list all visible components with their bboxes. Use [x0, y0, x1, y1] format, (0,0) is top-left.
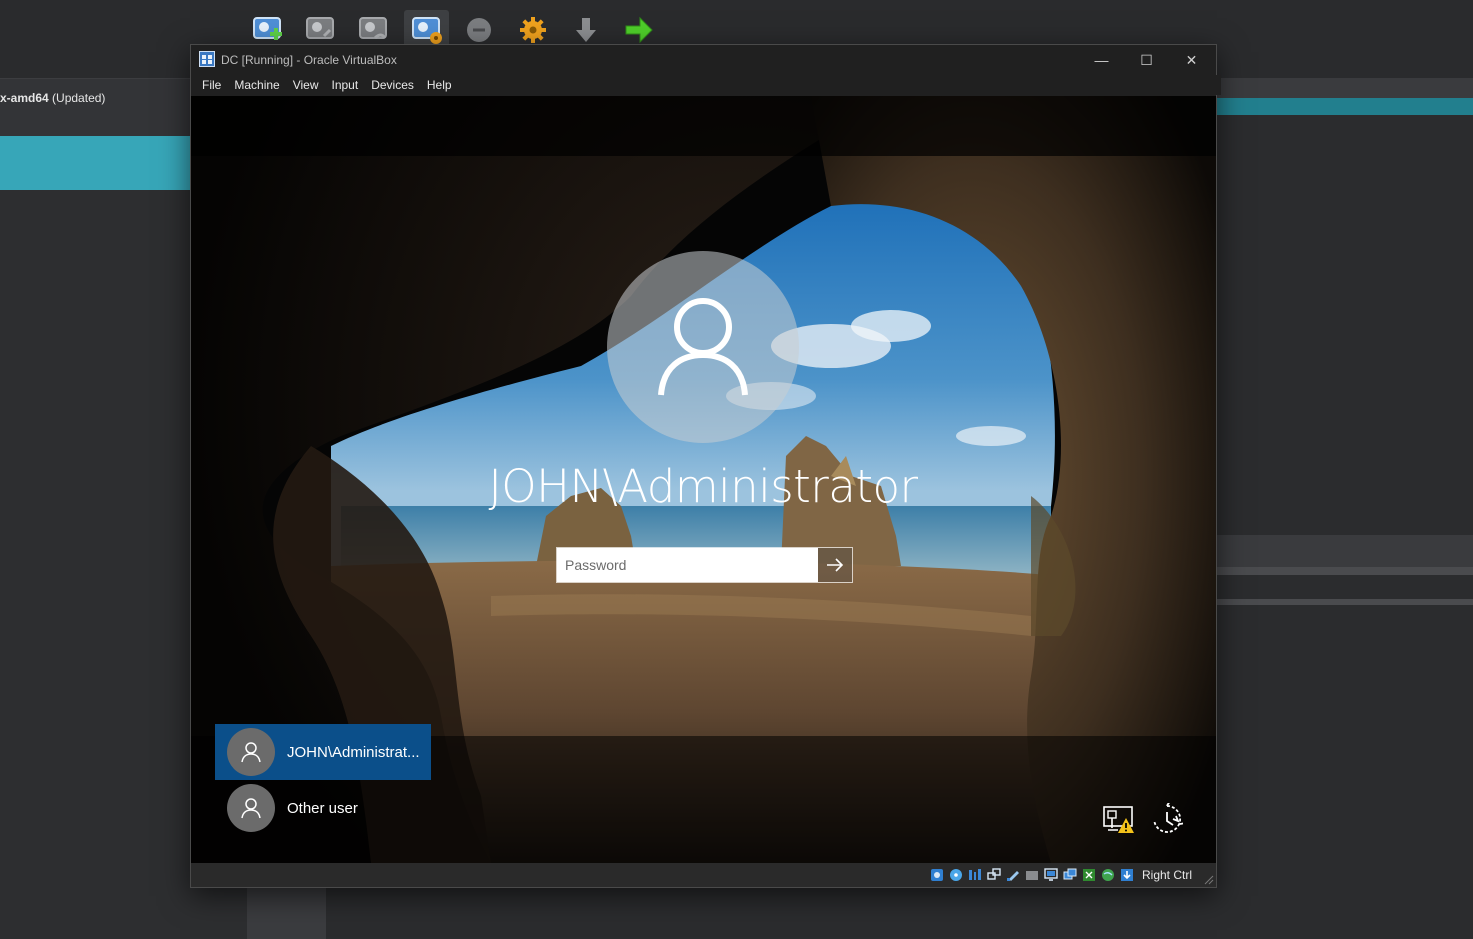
- vm-row-name: x-amd64: [0, 91, 49, 105]
- user-icon: [241, 798, 261, 819]
- avatar: [227, 784, 275, 832]
- vm-window: DC [Running] - Oracle VirtualBox — ☐ ✕ F…: [190, 44, 1221, 888]
- details-header: [1215, 78, 1473, 98]
- shared-folder-icon: [1025, 871, 1038, 880]
- user-tile-name: JOHN\Administrat...: [287, 743, 420, 761]
- vm-titlebar[interactable]: DC [Running] - Oracle VirtualBox — ☐ ✕: [191, 45, 1216, 75]
- guest-display[interactable]: JOHN\Administrator JOHN\Administrat... O…: [191, 96, 1216, 863]
- details-divider-2: [1215, 599, 1473, 605]
- usb-indicator[interactable]: [1005, 867, 1021, 883]
- resize-grip-icon[interactable]: [1204, 875, 1214, 885]
- network-icon: [987, 868, 1001, 880]
- discard-icon: [466, 18, 491, 42]
- vm-statusbar: Right Ctrl: [191, 863, 1216, 887]
- menu-machine[interactable]: Machine: [228, 75, 286, 95]
- menu-devices[interactable]: Devices: [365, 75, 421, 95]
- add-vm-icon: [305, 17, 334, 39]
- import-icon: [358, 17, 387, 40]
- audio-indicator[interactable]: [967, 867, 983, 883]
- details-section-header: [1215, 535, 1473, 567]
- login-username: JOHN\Administrator: [488, 460, 918, 513]
- avatar: [227, 728, 275, 776]
- details-panel: [1215, 115, 1473, 535]
- network-button[interactable]: [1101, 801, 1137, 837]
- password-box: [556, 547, 853, 583]
- host-key-label: Right Ctrl: [1141, 868, 1192, 882]
- status-indicators: Right Ctrl: [929, 867, 1192, 883]
- user-avatar-large: [607, 251, 799, 443]
- user-tile-other-user[interactable]: Other user: [215, 780, 431, 836]
- display-indicator[interactable]: [1043, 867, 1059, 883]
- close-icon: ✕: [1185, 51, 1198, 68]
- hard-disk-indicator[interactable]: [929, 867, 945, 883]
- new-vm-icon: [252, 17, 282, 40]
- cpu-icon: [1082, 869, 1095, 881]
- menu-file[interactable]: File: [196, 75, 228, 95]
- shared-folder-indicator[interactable]: [1024, 867, 1040, 883]
- optical-drive-indicator[interactable]: [948, 867, 964, 883]
- vm-list-row[interactable]: [0, 78, 191, 137]
- submit-button[interactable]: [818, 548, 852, 582]
- globe-icon: [1101, 869, 1114, 881]
- user-tile-name: Other user: [287, 799, 358, 817]
- hard-disk-icon: [930, 869, 943, 881]
- guest-additions-indicator[interactable]: [1100, 867, 1116, 883]
- usb-icon: [1006, 871, 1019, 881]
- user-icon: [241, 742, 261, 763]
- down-arrow-icon: [575, 18, 596, 42]
- down-arrow-box-icon: [1120, 869, 1133, 881]
- arrow-right-icon: [827, 558, 844, 572]
- settings-vm-icon: [411, 17, 442, 44]
- window-title: DC [Running] - Oracle VirtualBox: [221, 53, 397, 67]
- gear-icon: [519, 17, 546, 43]
- password-input[interactable]: [557, 548, 818, 582]
- details-divider: [1215, 567, 1473, 575]
- minimize-button[interactable]: —: [1079, 45, 1124, 75]
- details-accent-bar: [1215, 98, 1473, 115]
- menu-view[interactable]: View: [287, 75, 326, 95]
- manager-details-strip: [247, 885, 326, 939]
- vm-list-row-text: x-amd64 (Updated): [0, 91, 105, 105]
- user-tile-administrator[interactable]: JOHN\Administrat...: [215, 724, 431, 780]
- maximize-button[interactable]: ☐: [1124, 45, 1169, 75]
- audio-icon: [968, 869, 981, 880]
- network-warning-icon: [1103, 806, 1134, 833]
- network-indicator[interactable]: [986, 867, 1002, 883]
- monitors-icon: [1063, 868, 1077, 880]
- vt-indicator[interactable]: [1081, 867, 1097, 883]
- minimize-icon: —: [1094, 52, 1109, 68]
- user-icon: [658, 298, 748, 396]
- vm-menubar: File Machine View Input Devices Help: [191, 75, 1221, 95]
- virtualbox-app-icon: [199, 51, 215, 67]
- vm-row-status: (Updated): [52, 91, 106, 105]
- menu-help[interactable]: Help: [421, 75, 459, 95]
- ease-of-access-icon: [1153, 803, 1183, 833]
- close-button[interactable]: ✕: [1169, 45, 1214, 75]
- display-icon: [1044, 868, 1058, 881]
- ease-of-access-button[interactable]: [1149, 801, 1185, 837]
- maximize-icon: ☐: [1140, 51, 1153, 68]
- menu-input[interactable]: Input: [326, 75, 366, 95]
- recording-indicator[interactable]: [1062, 867, 1078, 883]
- start-arrow-icon: [625, 16, 653, 44]
- mouse-integration-indicator[interactable]: [1119, 867, 1135, 883]
- vm-list-selected-row[interactable]: [0, 136, 191, 190]
- optical-disk-icon: [949, 869, 962, 881]
